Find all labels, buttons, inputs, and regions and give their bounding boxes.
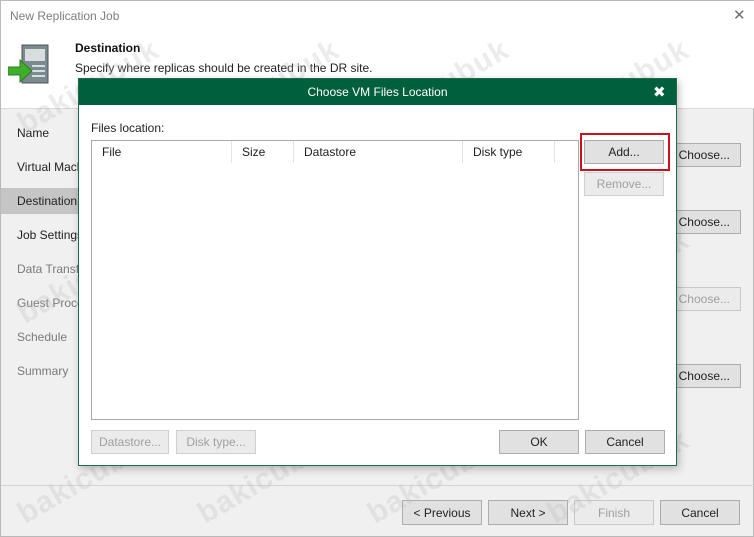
choose-resource-pool-button[interactable]: Choose... [673, 210, 741, 234]
choose-host-button[interactable]: Choose... [673, 143, 741, 167]
remove-button[interactable]: Remove... [584, 172, 664, 196]
dialog-titlebar: Choose VM Files Location ✖ [79, 79, 676, 105]
dialog-title: Choose VM Files Location [307, 85, 448, 99]
close-icon[interactable]: ✕ [733, 6, 746, 24]
cancel-button[interactable]: Cancel [660, 500, 740, 525]
disk-type-button[interactable]: Disk type... [176, 430, 256, 454]
page-subtitle: Specify where replicas should be created… [75, 61, 373, 75]
page-title: Destination [75, 41, 141, 55]
files-location-label: Files location: [91, 121, 165, 135]
replication-server-icon [8, 44, 49, 84]
window-title: New Replication Job [10, 9, 120, 23]
window-titlebar: New Replication Job ✕ [1, 1, 754, 31]
column-header-size[interactable]: Size [232, 141, 294, 163]
next-button[interactable]: Next > [488, 500, 568, 525]
datastore-button[interactable]: Datastore... [91, 430, 169, 454]
choose-vm-files-location-dialog: Choose VM Files Location ✖ Files locatio… [78, 78, 677, 466]
add-button-highlight [580, 133, 670, 171]
dialog-cancel-button[interactable]: Cancel [585, 430, 665, 454]
finish-button[interactable]: Finish [574, 500, 654, 525]
previous-button[interactable]: < Previous [402, 500, 482, 525]
column-header-datastore[interactable]: Datastore [294, 141, 463, 163]
ok-button[interactable]: OK [499, 430, 579, 454]
files-location-table[interactable]: File Size Datastore Disk type [91, 140, 579, 420]
footer-divider [1, 485, 754, 486]
choose-datastore-button[interactable]: Choose... [673, 364, 741, 388]
close-icon[interactable]: ✖ [653, 83, 666, 101]
column-header-disk-type[interactable]: Disk type [463, 141, 555, 163]
choose-vm-folder-button[interactable]: Choose... [673, 287, 741, 311]
column-header-file[interactable]: File [92, 141, 232, 163]
